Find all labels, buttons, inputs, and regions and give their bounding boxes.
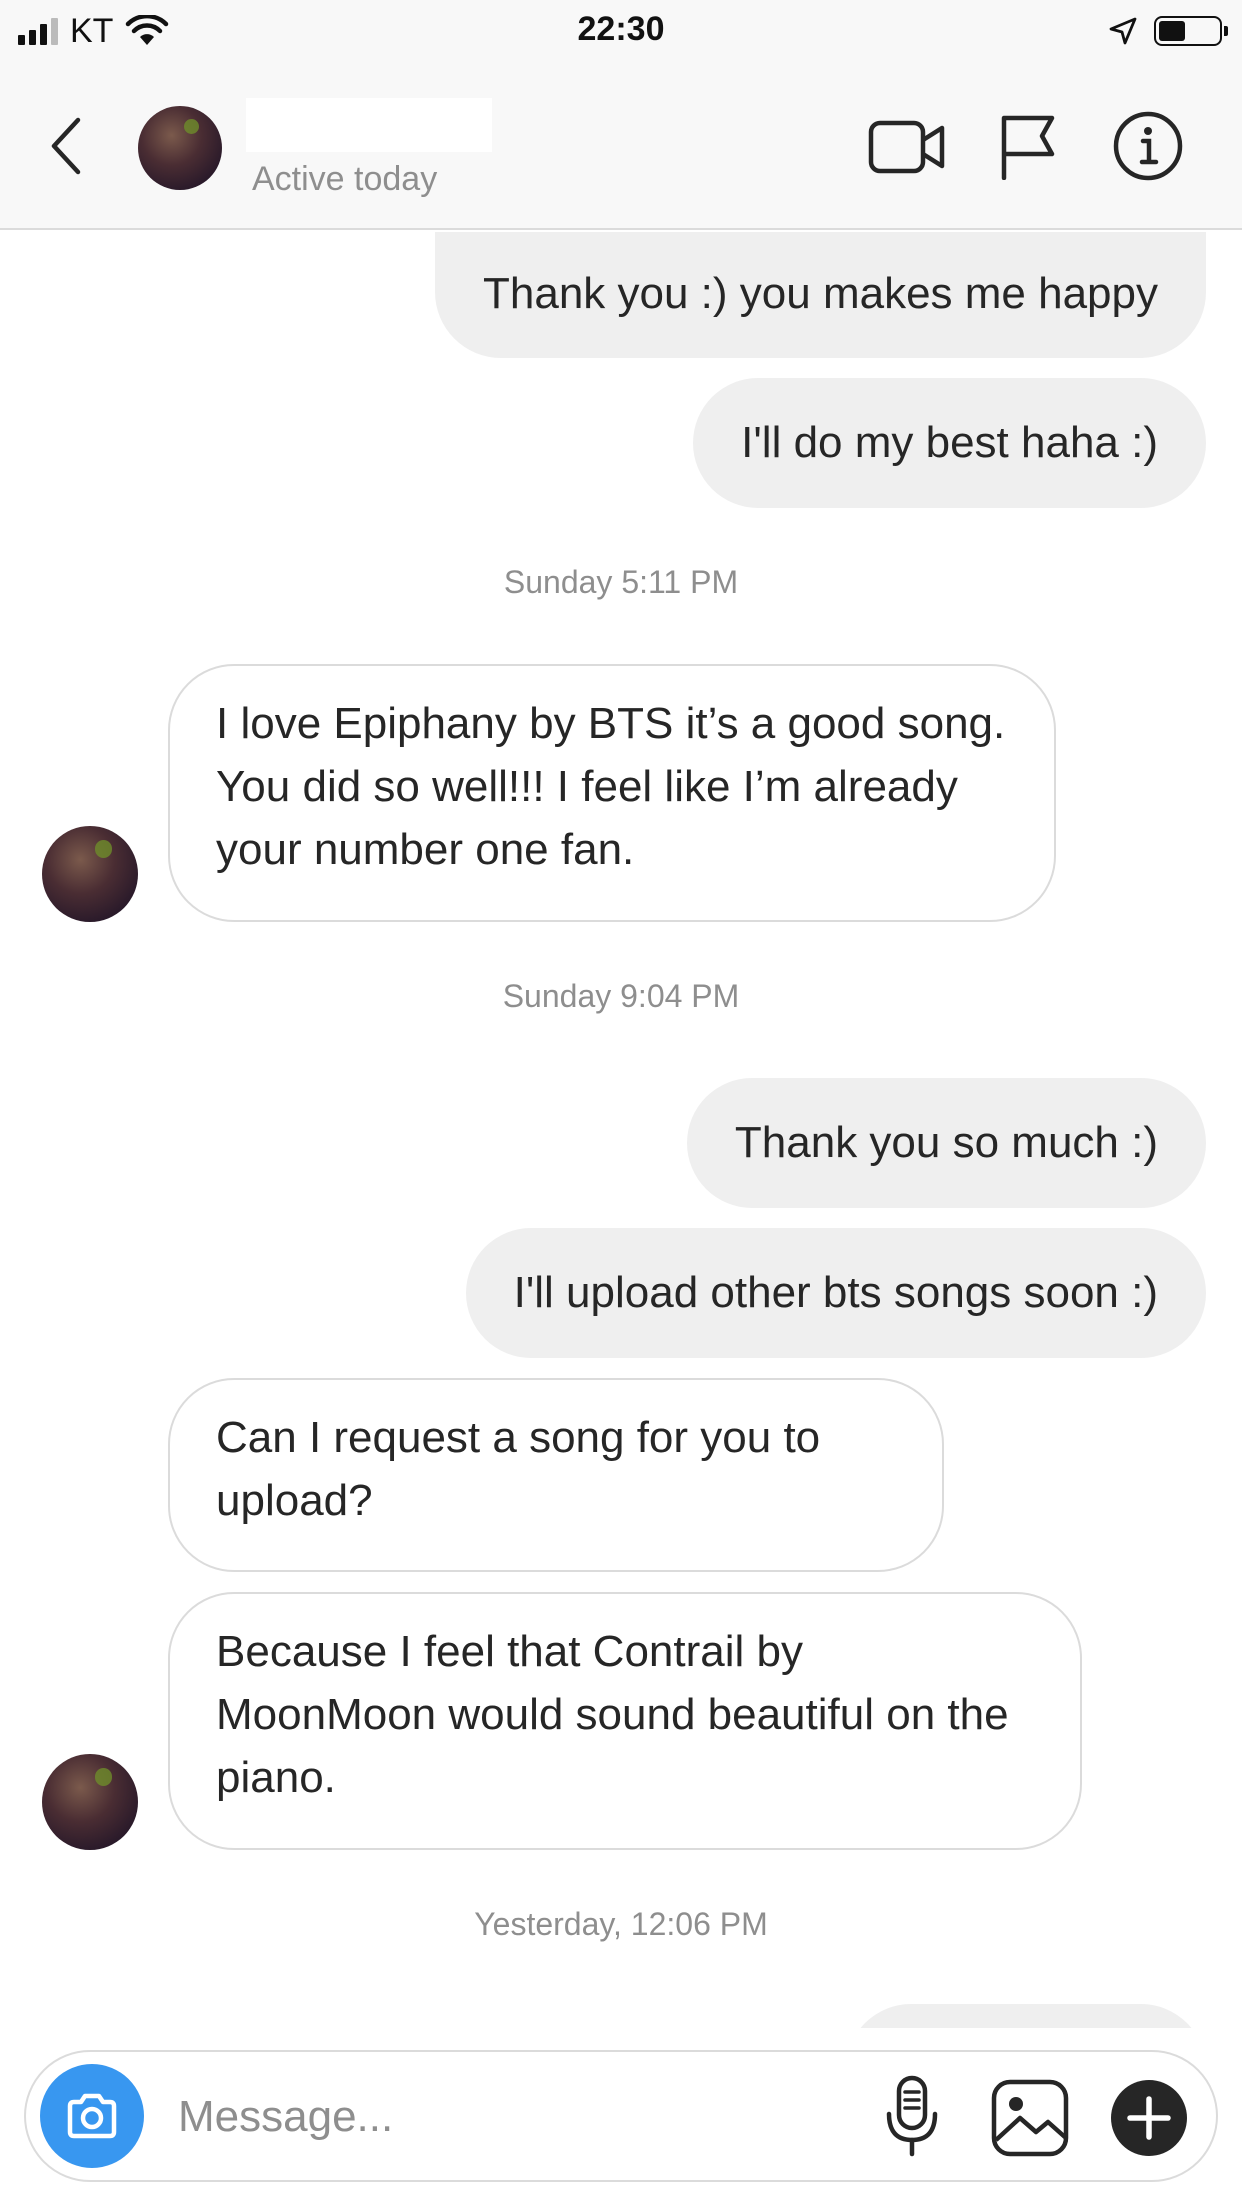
status-right (1108, 12, 1228, 50)
camera-icon (67, 2093, 117, 2139)
avatar[interactable] (138, 106, 222, 190)
timestamp: Sunday 9:04 PM (502, 978, 740, 1014)
incoming-message[interactable]: I love Epiphany by BTS it’s a good song.… (168, 664, 1056, 922)
microphone-icon[interactable] (882, 2074, 942, 2160)
outgoing-message[interactable]: I'll upload other bts songs soon :) (465, 1228, 1206, 1358)
chevron-left-icon[interactable] (42, 112, 92, 180)
outgoing-message[interactable]: I'll do my best haha :) (693, 378, 1206, 508)
outgoing-message-partial[interactable] (846, 2004, 1206, 2028)
incoming-message[interactable]: Can I request a song for you to upload? (168, 1378, 944, 1572)
info-icon[interactable] (1112, 110, 1184, 182)
message-thread[interactable]: Thank you :) you makes me happy I'll do … (0, 232, 1242, 2028)
message-input[interactable] (178, 2082, 738, 2152)
flag-icon[interactable] (998, 114, 1058, 180)
active-status: Active today (252, 160, 438, 198)
camera-button[interactable] (40, 2064, 144, 2168)
gallery-icon[interactable] (990, 2078, 1070, 2158)
outgoing-message[interactable]: Thank you :) you makes me happy (435, 232, 1206, 358)
plus-icon[interactable] (1110, 2079, 1188, 2157)
status-time: 22:30 (577, 10, 665, 48)
outgoing-message[interactable]: Thank you so much :) (686, 1078, 1206, 1208)
timestamp: Sunday 5:11 PM (503, 564, 739, 600)
location-arrow-icon (1109, 17, 1137, 45)
battery-icon (1154, 16, 1228, 46)
message-composer (24, 2050, 1218, 2182)
username-redacted[interactable] (246, 98, 492, 152)
video-call-icon[interactable] (868, 114, 946, 180)
timestamp: Yesterday, 12:06 PM (474, 1906, 768, 1942)
conversation-header: Active today (0, 62, 1242, 230)
avatar[interactable] (42, 1754, 138, 1850)
status-bar: KT 22:30 (0, 0, 1242, 62)
incoming-message[interactable]: Because I feel that Contrail by MoonMoon… (168, 1592, 1082, 1850)
avatar[interactable] (42, 826, 138, 922)
